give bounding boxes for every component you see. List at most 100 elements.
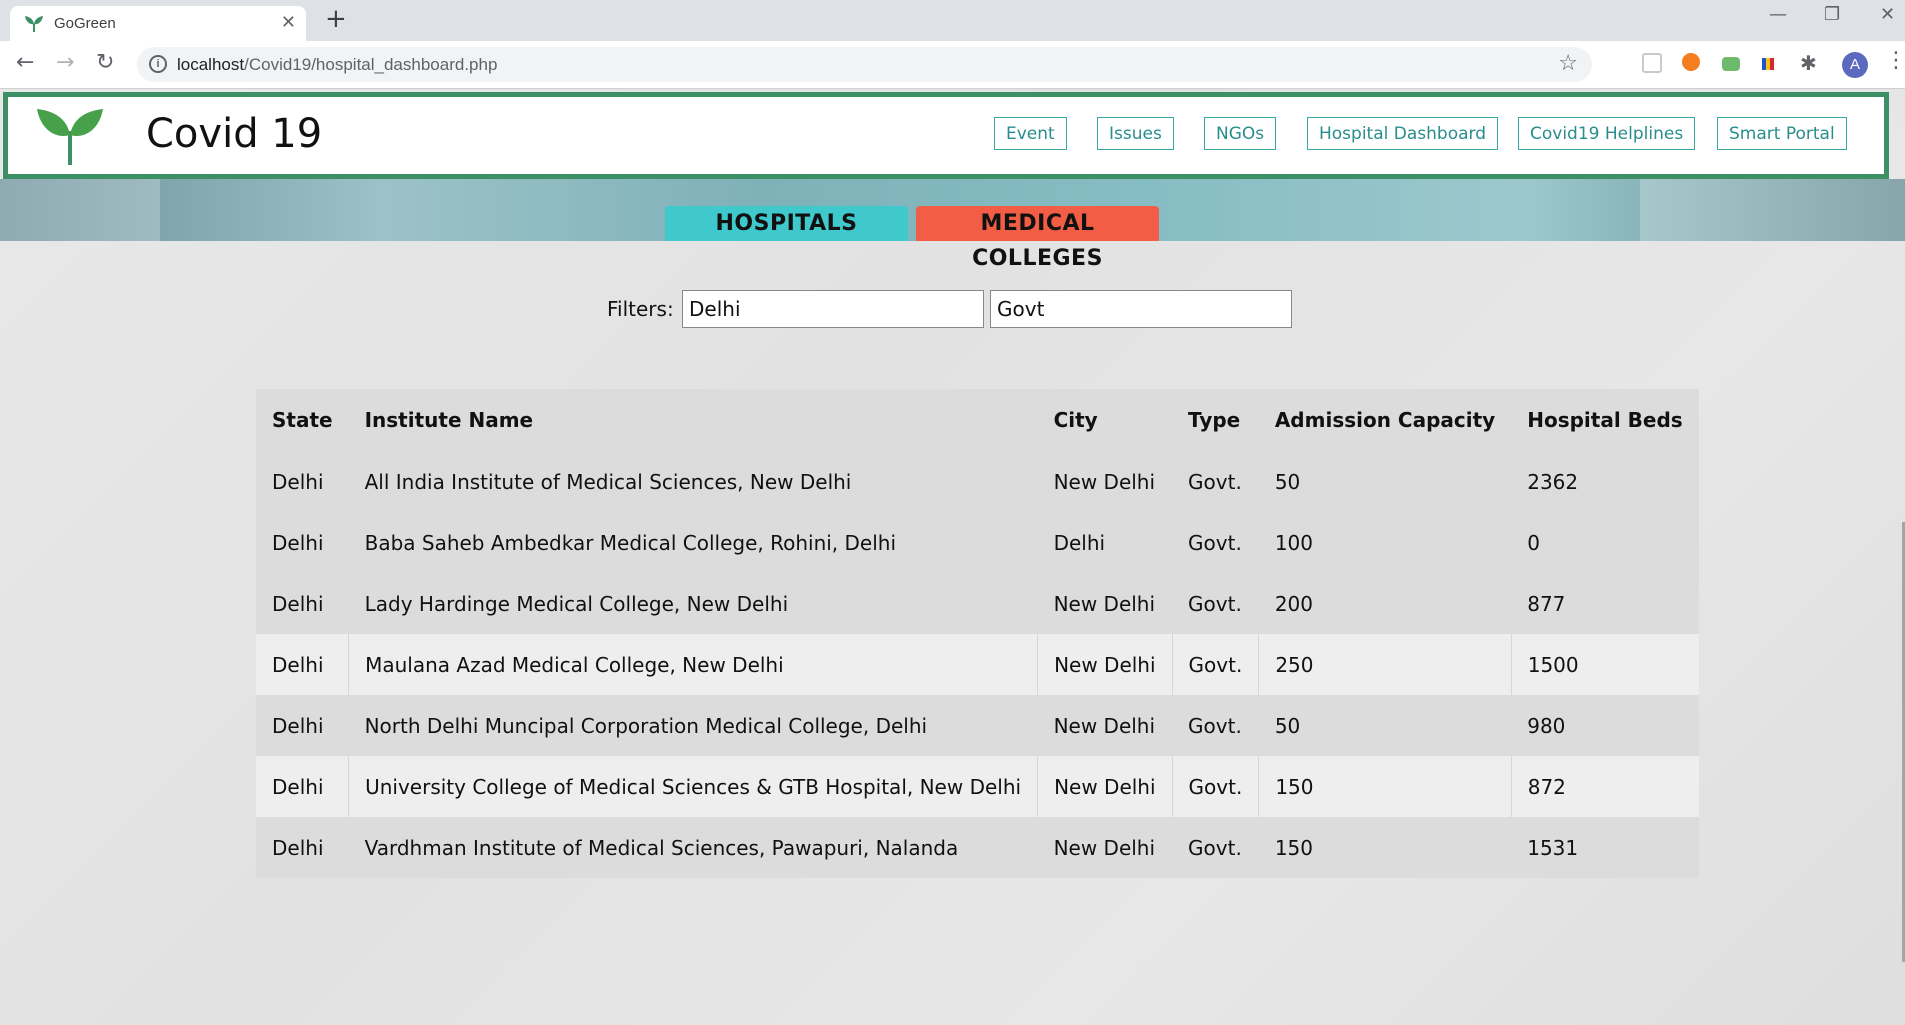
cell-state: Delhi xyxy=(256,756,349,817)
leaf-logo-icon xyxy=(37,109,103,165)
type-filter-input[interactable] xyxy=(990,290,1292,328)
cell-city: New Delhi xyxy=(1037,573,1173,634)
site-info-icon[interactable]: i xyxy=(149,55,167,73)
filters-label: Filters: xyxy=(607,297,674,321)
address-bar[interactable]: i localhost/Covid19/hospital_dashboard.p… xyxy=(137,47,1592,82)
nav-covid19-helplines[interactable]: Covid19 Helplines xyxy=(1518,117,1696,150)
extension-color-icon[interactable] xyxy=(1762,58,1774,70)
header-type: Type xyxy=(1172,389,1259,451)
cell-hospital-beds: 872 xyxy=(1510,756,1699,817)
cell-city: New Delhi xyxy=(1037,634,1173,695)
cell-type: Govt. xyxy=(1172,695,1259,756)
cell-hospital-beds: 2362 xyxy=(1511,451,1699,512)
cell-type: Govt. xyxy=(1172,817,1259,878)
url-path: /Covid19/hospital_dashboard.php xyxy=(244,55,498,74)
cell-type: Govt. xyxy=(1171,634,1259,695)
cell-city: New Delhi xyxy=(1037,756,1173,817)
cell-state: Delhi xyxy=(256,634,349,695)
browser-tab[interactable]: GoGreen ✕ xyxy=(10,6,306,41)
browser-menu-icon[interactable]: ⋮ xyxy=(1885,49,1905,73)
extensions-puzzle-icon[interactable]: ✱ xyxy=(1800,51,1817,75)
cell-type: Govt. xyxy=(1172,512,1259,573)
cell-hospital-beds: 980 xyxy=(1511,695,1699,756)
cell-city: New Delhi xyxy=(1037,451,1173,512)
cell-institute-name: Vardhman Institute of Medical Sciences, … xyxy=(348,817,1038,878)
profile-avatar[interactable]: A xyxy=(1842,52,1868,78)
state-filter-input[interactable] xyxy=(682,290,984,328)
tab-hospitals[interactable]: HOSPITALS xyxy=(665,206,908,241)
minimize-window-icon[interactable]: — xyxy=(1769,4,1787,25)
cell-institute-name: North Delhi Muncipal Corporation Medical… xyxy=(348,695,1038,756)
banner-bed-image-left xyxy=(0,179,160,241)
browser-tab-strip: GoGreen ✕ + — ❐ ✕ xyxy=(0,0,1905,41)
header-admission-capacity: Admission Capacity xyxy=(1258,389,1512,451)
table-row: Delhi Vardhman Institute of Medical Scien… xyxy=(256,817,1699,878)
leaf-favicon-icon xyxy=(25,16,43,32)
page-content: Covid 19 Event Issues NGOs Hospital Dash… xyxy=(0,89,1905,1025)
cell-admission-capacity: 250 xyxy=(1258,634,1512,695)
browser-toolbar: ← → ↻ i localhost/Covid19/hospital_dashb… xyxy=(0,41,1905,89)
new-tab-icon[interactable]: + xyxy=(325,6,347,32)
nav-hospital-dashboard[interactable]: Hospital Dashboard xyxy=(1307,117,1498,150)
cell-city: New Delhi xyxy=(1037,695,1173,756)
extension-page-icon[interactable] xyxy=(1642,53,1662,73)
cell-city: Delhi xyxy=(1037,512,1173,573)
table-row: Delhi North Delhi Muncipal Corporation Me… xyxy=(256,695,1699,756)
cell-institute-name: University College of Medical Sciences &… xyxy=(348,756,1038,817)
tab-medical-colleges[interactable]: MEDICAL COLLEGES xyxy=(916,206,1159,271)
forward-icon[interactable]: → xyxy=(56,51,74,75)
cell-hospital-beds: 1500 xyxy=(1510,634,1699,695)
url-host: localhost xyxy=(177,55,245,74)
cell-type: Govt. xyxy=(1172,573,1259,634)
cell-admission-capacity: 50 xyxy=(1258,451,1512,512)
cell-admission-capacity: 100 xyxy=(1258,512,1512,573)
cell-institute-name: Lady Hardinge Medical College, New Delhi xyxy=(348,573,1038,634)
table-row: Delhi Maulana Azad Medical College, New D… xyxy=(256,634,1699,695)
cell-type: Govt. xyxy=(1171,756,1259,817)
cell-hospital-beds: 1531 xyxy=(1511,817,1699,878)
extension-orange-icon[interactable] xyxy=(1682,53,1700,71)
cell-admission-capacity: 150 xyxy=(1258,756,1512,817)
cell-admission-capacity: 50 xyxy=(1258,695,1512,756)
cell-state: Delhi xyxy=(256,695,349,756)
header-hospital-beds: Hospital Beds xyxy=(1511,389,1699,451)
cell-admission-capacity: 150 xyxy=(1258,817,1512,878)
cell-hospital-beds: 877 xyxy=(1511,573,1699,634)
url-text: localhost/Covid19/hospital_dashboard.php xyxy=(177,55,497,75)
site-header: Covid 19 Event Issues NGOs Hospital Dash… xyxy=(3,92,1889,179)
table-header-row: State Institute Name City Type Admission… xyxy=(256,389,1699,451)
cell-city: New Delhi xyxy=(1037,817,1173,878)
nav-ngos[interactable]: NGOs xyxy=(1204,117,1277,150)
site-title: Covid 19 xyxy=(146,111,323,157)
cell-hospital-beds: 0 xyxy=(1511,512,1699,573)
nav-event[interactable]: Event xyxy=(994,117,1067,150)
extension-green-icon[interactable] xyxy=(1722,57,1740,71)
reload-icon[interactable]: ↻ xyxy=(96,51,114,75)
restore-window-icon[interactable]: ❐ xyxy=(1824,4,1840,25)
cell-state: Delhi xyxy=(256,817,349,878)
table-row: Delhi All India Institute of Medical Scie… xyxy=(256,451,1699,512)
back-icon[interactable]: ← xyxy=(16,51,34,75)
close-window-icon[interactable]: ✕ xyxy=(1880,4,1895,25)
table-row: Delhi Baba Saheb Ambedkar Medical College… xyxy=(256,512,1699,573)
nav-issues[interactable]: Issues xyxy=(1097,117,1174,150)
header-state: State xyxy=(256,389,349,451)
table-row: Delhi Lady Hardinge Medical College, New … xyxy=(256,573,1699,634)
tab-title: GoGreen xyxy=(54,15,116,32)
cell-state: Delhi xyxy=(256,573,349,634)
cell-institute-name: Maulana Azad Medical College, New Delhi xyxy=(348,634,1038,695)
nav-smart-portal[interactable]: Smart Portal xyxy=(1717,117,1847,150)
header-city: City xyxy=(1037,389,1173,451)
medical-colleges-table: State Institute Name City Type Admission… xyxy=(256,389,1699,878)
banner-bed-image-right xyxy=(1640,179,1905,241)
bookmark-star-icon[interactable]: ☆ xyxy=(1558,51,1578,76)
header-institute-name: Institute Name xyxy=(348,389,1038,451)
close-tab-icon[interactable]: ✕ xyxy=(281,12,296,33)
cell-state: Delhi xyxy=(256,451,349,512)
cell-institute-name: All India Institute of Medical Sciences,… xyxy=(348,451,1038,512)
cell-admission-capacity: 200 xyxy=(1258,573,1512,634)
table-row: Delhi University College of Medical Scien… xyxy=(256,756,1699,817)
cell-institute-name: Baba Saheb Ambedkar Medical College, Roh… xyxy=(348,512,1038,573)
cell-state: Delhi xyxy=(256,512,349,573)
cell-type: Govt. xyxy=(1172,451,1259,512)
